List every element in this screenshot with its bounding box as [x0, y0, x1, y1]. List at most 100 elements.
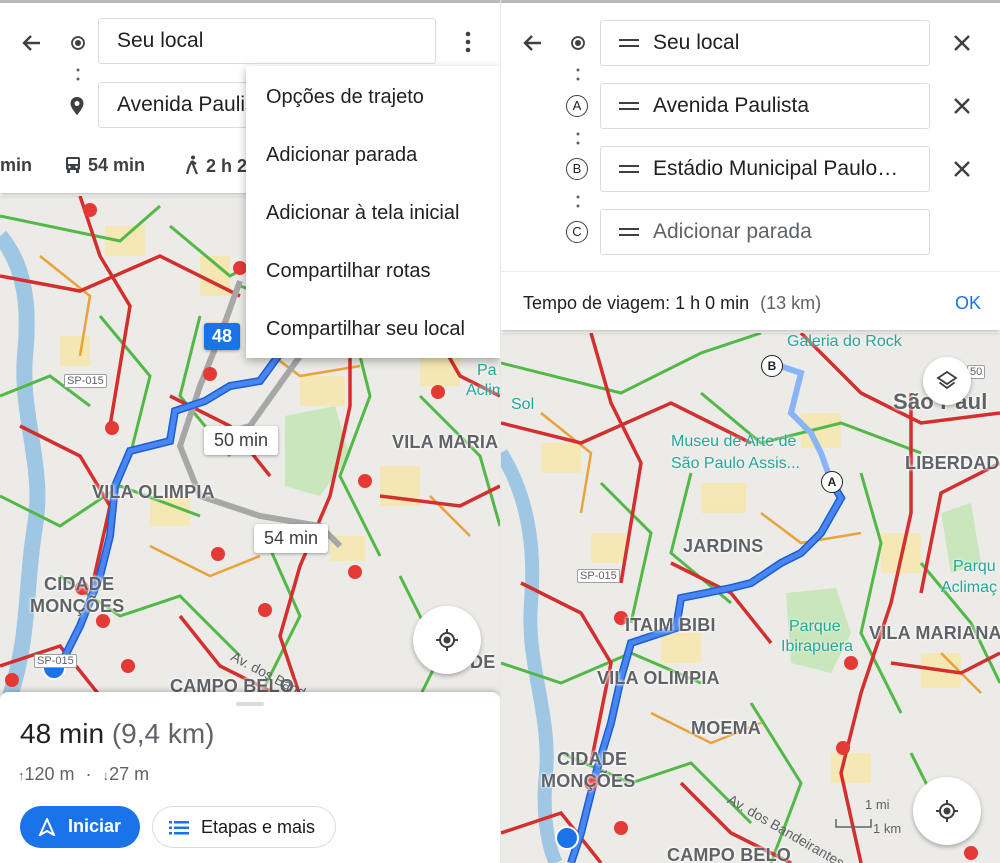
descent-value: 27 m	[109, 764, 150, 784]
stop-label: Estádio Municipal Paulo…	[653, 157, 899, 180]
poi-label: Ibirapuera	[781, 638, 854, 655]
stop-field-a[interactable]: Avenida Paulista	[600, 83, 930, 129]
menu-route-options[interactable]: Opções de trajeto	[266, 86, 424, 109]
route-dots-icon	[576, 195, 580, 208]
stop-marker-c: C	[566, 221, 588, 243]
travel-summary: Tempo de viagem: 1 h 0 min (13 km)	[523, 293, 821, 314]
start-button[interactable]: Iniciar	[20, 806, 140, 848]
separator-dot: ·	[85, 764, 92, 784]
map-label: CIDADE	[557, 749, 628, 769]
route-dots-icon	[576, 68, 580, 81]
drag-handle-icon[interactable]	[619, 38, 639, 48]
origin-dot-icon	[71, 36, 85, 50]
road-shield: SP-015	[34, 654, 77, 668]
layers-button[interactable]	[923, 357, 971, 405]
start-button-label: Iniciar	[68, 816, 122, 836]
route-summary-sheet[interactable]: 48 min (9,4 km) ↑120 m · ↓27 m Iniciar E…	[0, 692, 500, 863]
map-label: VILA MARIANA	[869, 623, 1000, 643]
map-label: CIDADE	[44, 574, 115, 594]
crosshair-icon	[936, 800, 958, 822]
travel-distance: (13 km)	[760, 293, 822, 313]
route-time-alt-1[interactable]: 50 min	[204, 426, 279, 455]
mode-car-time: min	[0, 155, 33, 175]
remove-stop-a-icon[interactable]	[950, 94, 974, 118]
layers-icon	[936, 370, 958, 390]
route-dots-icon	[76, 68, 80, 81]
drag-handle-icon[interactable]	[619, 227, 639, 237]
map-label: VILA MARIA	[392, 432, 499, 452]
scale-miles: 1 mi	[865, 797, 890, 812]
navigation-arrow-icon	[38, 818, 56, 836]
poi-label: Parque	[789, 618, 841, 635]
list-icon	[169, 821, 189, 835]
route-summary: 48 min (9,4 km)	[20, 718, 215, 750]
stop-field-add[interactable]: Adicionar parada	[600, 209, 930, 255]
waypoint-b-marker[interactable]: B	[761, 355, 783, 377]
poi-label: Museu de Arte de	[671, 433, 797, 450]
menu-add-stop[interactable]: Adicionar parada	[266, 144, 417, 167]
ok-button[interactable]: OK	[955, 293, 981, 314]
poi-label: São Paulo Assis...	[671, 455, 800, 472]
right-screen: B A Galeria do Rock Museu de Arte de São…	[501, 0, 1000, 863]
route-time-main[interactable]: 48	[204, 323, 241, 350]
remove-stop-origin-icon[interactable]	[950, 31, 974, 55]
mode-transit[interactable]: 54 min	[64, 155, 145, 176]
road-shield: SP-015	[577, 569, 620, 583]
stop-field-b[interactable]: Estádio Municipal Paulo…	[600, 146, 930, 192]
route-duration: 48 min	[20, 718, 105, 749]
poi-label: Aclimaç	[941, 579, 998, 596]
overflow-menu: Opções de trajeto Adicionar parada Adici…	[246, 66, 500, 358]
origin-field[interactable]: Seu local	[98, 18, 436, 64]
steps-button-label: Etapas e mais	[201, 817, 316, 837]
bus-icon	[66, 157, 80, 173]
poi-label: Aclim	[466, 382, 500, 399]
map-label: MOEMA	[691, 718, 761, 738]
steps-button[interactable]: Etapas e mais	[152, 806, 336, 848]
route-distance: (9,4 km)	[111, 718, 215, 749]
poi-label: Sol	[511, 396, 535, 413]
poi-label: Parqu	[953, 558, 996, 575]
map-label: CAMPO BELO	[667, 845, 792, 863]
map-label: MONÇÕES	[30, 596, 125, 616]
mode-car[interactable]: min	[0, 155, 32, 176]
map-label: VILA OLIMPIA	[597, 668, 720, 688]
drag-handle-icon[interactable]	[619, 164, 639, 174]
route-time-alt-2[interactable]: 54 min	[254, 524, 329, 553]
stop-field-origin[interactable]: Seu local	[600, 20, 930, 66]
back-arrow-icon[interactable]	[20, 31, 44, 55]
map-label: MONÇÕES	[541, 771, 636, 791]
stop-marker-b: B	[566, 158, 588, 180]
ascent-value: 120 m	[24, 764, 75, 784]
road-shield: SP-015	[64, 374, 107, 388]
origin-bike-marker	[555, 826, 579, 850]
drag-handle[interactable]	[236, 702, 264, 706]
menu-share-location[interactable]: Compartilhar seu local	[266, 318, 465, 341]
more-vert-icon[interactable]	[458, 30, 478, 54]
mode-walk-time: 2 h 2	[206, 156, 248, 176]
elevation-info: ↑120 m · ↓27 m	[18, 764, 149, 785]
my-location-button[interactable]	[413, 606, 481, 674]
stop-label: Avenida Paulista	[653, 94, 810, 117]
stops-editor: A B C Seu local Avenida Paulista Estádio…	[501, 3, 1000, 330]
menu-add-home-screen[interactable]: Adicionar à tela inicial	[266, 202, 459, 225]
drag-handle-icon[interactable]	[619, 101, 639, 111]
map-view[interactable]: B A Galeria do Rock Museu de Arte de São…	[501, 333, 1000, 863]
waypoint-a-marker[interactable]: A	[821, 471, 843, 493]
destination-pin-icon	[70, 97, 84, 115]
mode-transit-time: 54 min	[88, 155, 146, 175]
poi-label: Galeria do Rock	[787, 333, 902, 350]
mode-walk[interactable]: 2 h 2	[184, 155, 247, 177]
menu-share-routes[interactable]: Compartilhar rotas	[266, 260, 431, 283]
map-label: JARDINS	[683, 536, 764, 556]
walk-icon	[185, 155, 199, 175]
route-dots-icon	[576, 132, 580, 145]
header-divider	[501, 271, 1000, 272]
back-arrow-icon[interactable]	[521, 31, 545, 55]
remove-stop-b-icon[interactable]	[950, 157, 974, 181]
my-location-button[interactable]	[913, 777, 981, 845]
left-screen: SP-015 SP-015 VILA OLIMPIA VILA MARIA CI…	[0, 0, 500, 863]
travel-time: Tempo de viagem: 1 h 0 min	[523, 293, 750, 313]
stop-placeholder: Adicionar parada	[653, 220, 812, 243]
map-label: LIBERDADE	[905, 453, 1000, 473]
scale-km: 1 km	[873, 821, 902, 836]
